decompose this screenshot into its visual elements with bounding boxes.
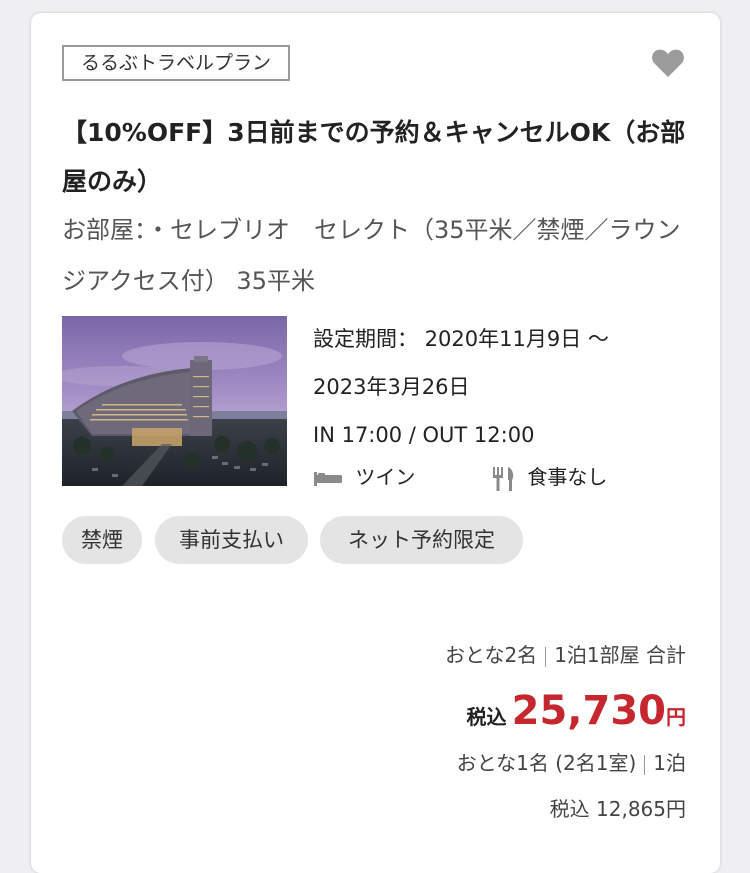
plan-title[interactable]: 【10%OFF】3日前までの予約＆キャンセルOK（お部屋のみ） [62, 108, 702, 206]
amenities: ツイン 食事なし [313, 457, 693, 497]
divider [644, 754, 646, 775]
total-price: 税込 25,730円 [186, 681, 686, 749]
tax-included-label: 税込 [466, 705, 507, 729]
divider [545, 646, 547, 667]
plan-details: 設定期間： 2020年11月9日 〜 2023年3月26日 IN 17:00 /… [313, 315, 693, 459]
meal-type: 食事なし [491, 457, 607, 497]
guest-count: おとな2名 [445, 643, 538, 667]
plan-source-tag: るるぶトラベルプラン [62, 45, 291, 81]
fork-knife-icon [491, 465, 523, 491]
hotel-photo[interactable] [62, 316, 287, 486]
bed-icon [313, 465, 349, 489]
checkin-checkout: IN 17:00 / OUT 12:00 [313, 423, 535, 447]
currency-unit: 円 [666, 705, 686, 729]
per-person-stay: 1泊 [653, 751, 686, 775]
period-line-1: 設定期間： 2020年11月9日 〜 [313, 327, 609, 351]
bed-type: ツイン [313, 457, 415, 497]
meal-label: 食事なし [527, 465, 608, 489]
period-line-2: 2023年3月26日 [313, 375, 470, 399]
per-person-price: 税込 12,865円 [549, 797, 686, 821]
total-price-value: 25,730 [511, 688, 666, 734]
chip-non-smoking: 禁煙 [62, 516, 142, 564]
favorite-heart-icon[interactable] [651, 48, 685, 78]
chip-online-only: ネット予約限定 [320, 516, 523, 564]
per-person-guests: おとな1名 (2名1室) [456, 751, 637, 775]
price-conditions: おとな2名 1泊1部屋 合計 [186, 637, 686, 673]
stay-summary: 1泊1部屋 合計 [554, 643, 686, 667]
per-person-conditions: おとな1名 (2名1室) 1泊 [186, 745, 686, 781]
plan-card[interactable]: るるぶトラベルプラン 【10%OFF】3日前までの予約＆キャンセルOK（お部屋の… [31, 13, 720, 873]
bed-label: ツイン [355, 465, 416, 489]
room-description: お部屋：・セレブリオ セレクト（35平米／禁煙／ラウンジアクセス付） 35平米 [62, 216, 681, 295]
chip-prepaid: 事前支払い [155, 516, 308, 564]
